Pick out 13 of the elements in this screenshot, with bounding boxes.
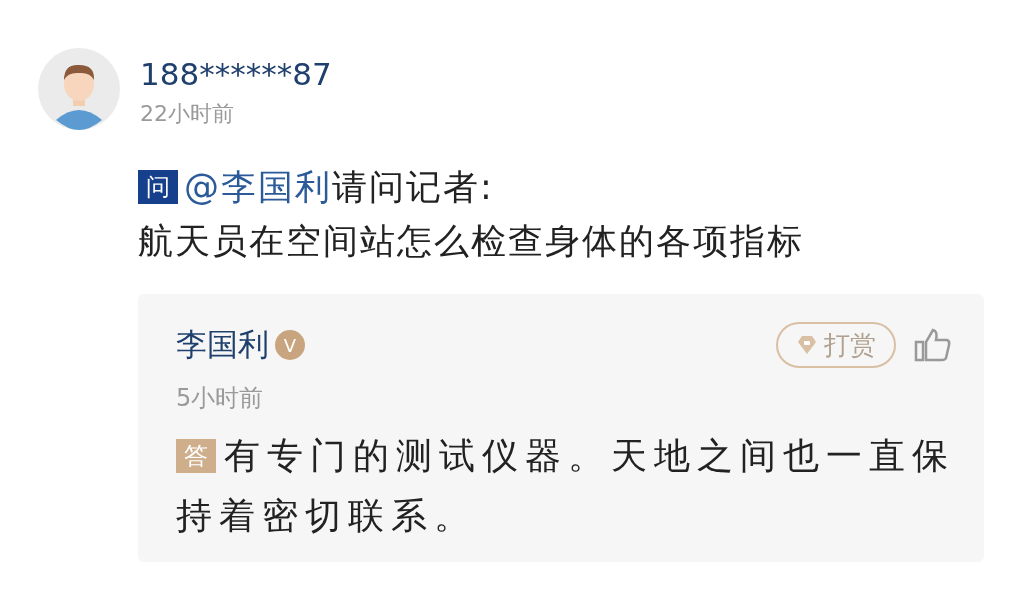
mention-link[interactable]: @李国利: [184, 167, 332, 207]
question-badge: 问: [138, 170, 178, 204]
post-time: 22小时前: [140, 100, 235, 128]
thumbs-up-icon[interactable]: [914, 328, 952, 362]
verified-badge: V: [275, 330, 305, 360]
answer-time: 5小时前: [176, 383, 265, 414]
avatar-icon: [38, 48, 120, 130]
question-text: 问 @李国利请问记者: 航天员在空间站怎么检查身体的各项指标: [138, 166, 805, 263]
answer-badge: 答: [176, 439, 216, 473]
answerer-name[interactable]: 李国利: [176, 324, 269, 366]
answer-text: 答 有专门的测试仪器。天地之间也一直保持着密切联系。: [176, 434, 956, 538]
user-name[interactable]: 188******87: [140, 54, 332, 94]
gem-icon: [796, 334, 818, 356]
